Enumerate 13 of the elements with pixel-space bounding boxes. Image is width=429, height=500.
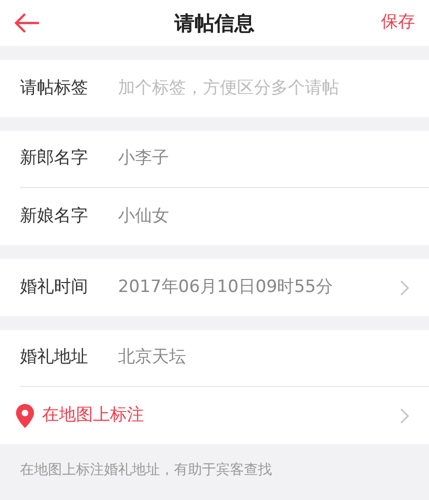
date-value[interactable]: 2017年06月10日09时55分 <box>118 274 400 300</box>
field-label: 婚礼时间 <box>20 276 89 299</box>
chevron-icon <box>400 408 409 424</box>
field-label: 新郎名字 <box>20 147 89 170</box>
map-link[interactable]: 在地图上标注 <box>16 387 409 444</box>
hint-text: 在地图上标注婚礼地址，有助于宾客查找 <box>19 461 273 480</box>
save-button[interactable]: 保存 <box>381 10 415 36</box>
chevron-icon <box>400 280 409 296</box>
field-label: 婚礼地址 <box>20 346 89 370</box>
field-label: 请帖标签 <box>20 76 89 100</box>
map-pin-icon <box>16 404 34 428</box>
field-label: 新娘名字 <box>20 204 89 228</box>
page-title: 请帖信息 <box>174 10 254 37</box>
